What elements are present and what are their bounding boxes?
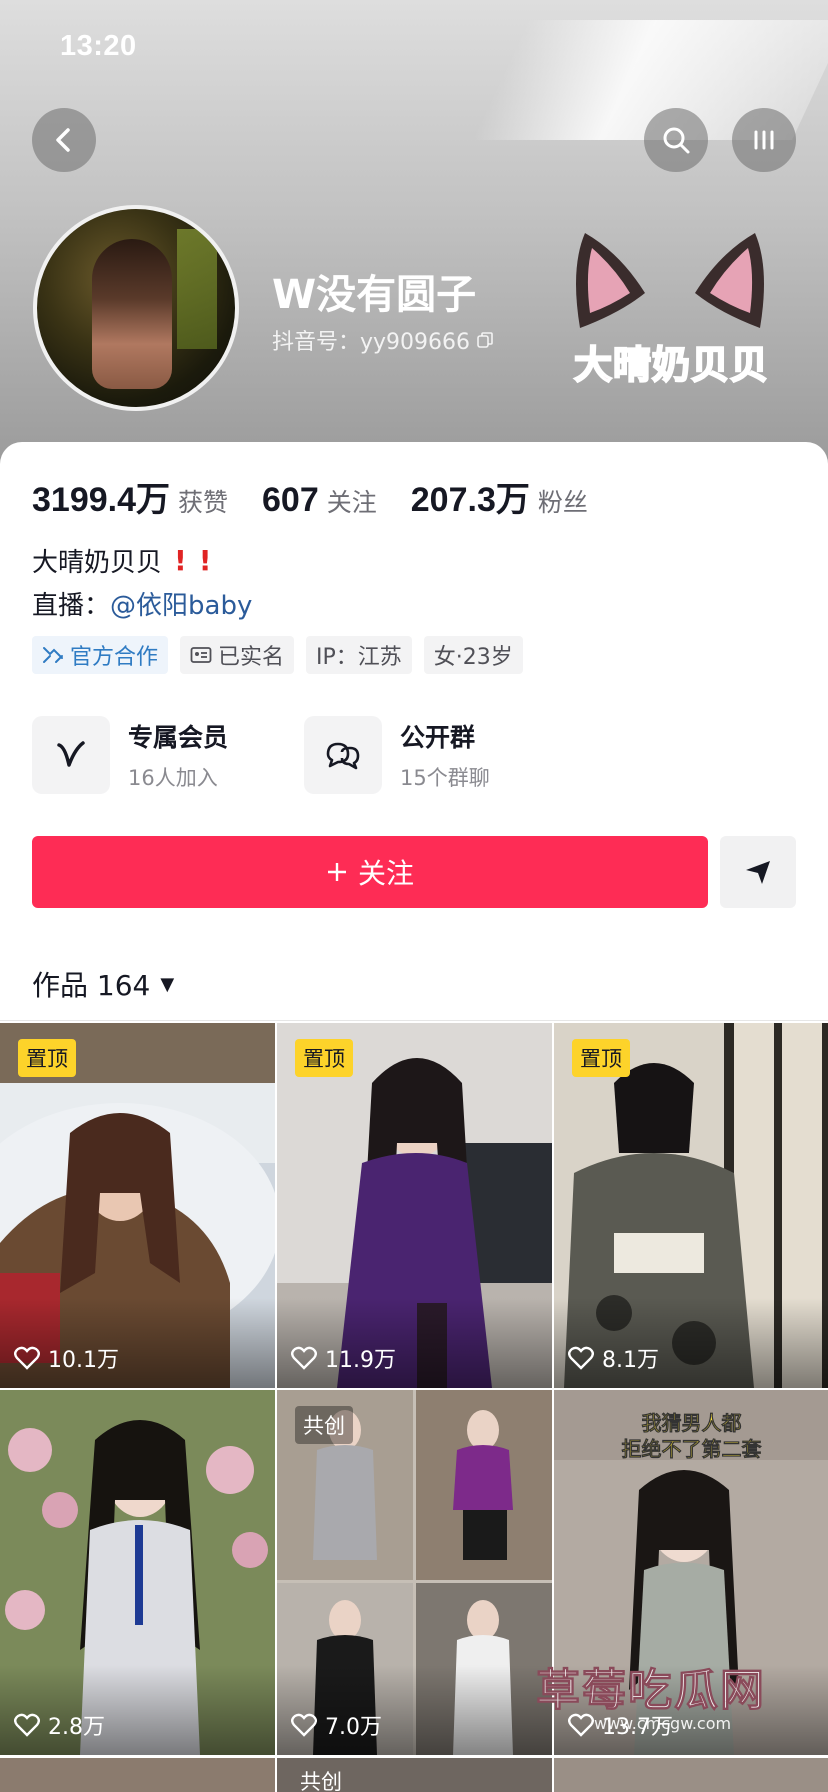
avatar-figure xyxy=(92,239,172,389)
more-icon xyxy=(754,130,774,150)
stats-row: 3199.4万 获赞 607 关注 207.3万 粉丝 xyxy=(32,472,622,521)
douyin-id[interactable]: 抖音号：yy909666 xyxy=(272,324,494,356)
heart-icon xyxy=(14,1346,40,1370)
plus-icon xyxy=(327,863,346,881)
tile-likes: 7.0万 xyxy=(291,1709,382,1741)
vip-v-icon xyxy=(57,741,85,767)
search-icon xyxy=(663,127,690,154)
feature-members-icon-box xyxy=(32,716,110,794)
video-tile[interactable]: 置顶 11.9万 xyxy=(277,1023,552,1388)
avatar[interactable] xyxy=(33,205,239,411)
tile-likes: 11.9万 xyxy=(291,1342,396,1374)
tile-likes-count: 7.0万 xyxy=(325,1715,382,1740)
douyin-id-text: 抖音号：yy909666 xyxy=(272,330,471,355)
tag-official[interactable]: 官方合作 xyxy=(32,636,169,674)
feature-members-title: 专属会员 xyxy=(128,723,229,752)
stat-following[interactable]: 607 关注 xyxy=(262,481,377,520)
tile-likes-count: 10.1万 xyxy=(48,1348,119,1373)
live-link[interactable]: @依阳baby xyxy=(110,591,252,621)
tag-verified-label: 已实名 xyxy=(218,645,285,670)
stat-following-label: 关注 xyxy=(326,488,377,517)
video-tile[interactable]: 置顶 8.1万 xyxy=(554,1023,828,1388)
heart-icon xyxy=(568,1346,594,1370)
follow-button[interactable]: 关注 xyxy=(32,836,708,908)
collab-badge: 共创 xyxy=(295,1406,353,1444)
tile-likes: 8.1万 xyxy=(568,1342,659,1374)
caret-down-icon: ▼ xyxy=(160,973,175,995)
feature-groups-icon-box xyxy=(304,716,382,794)
pinned-badge: 置顶 xyxy=(572,1039,630,1077)
group-chat-icon xyxy=(326,742,360,770)
exclamation-icon: ! xyxy=(198,544,212,577)
video-tile[interactable]: 置顶 10.1万 xyxy=(0,1023,275,1388)
heart-icon xyxy=(291,1713,317,1737)
heart-icon xyxy=(291,1346,317,1370)
exclamation-icon: ! xyxy=(174,544,187,577)
stat-likes-value: 3199.4万 xyxy=(32,481,170,519)
tag-row: 官方合作 已实名 IP：江苏 女·23岁 xyxy=(32,636,523,674)
avatar-window xyxy=(177,229,217,349)
profile-name: W没有圆子 xyxy=(272,272,477,318)
stat-followers-label: 粉丝 xyxy=(537,488,588,517)
collab-badge: 共创 xyxy=(300,1770,342,1792)
official-cooperation-icon xyxy=(43,647,63,663)
stat-followers[interactable]: 207.3万 粉丝 xyxy=(411,472,588,521)
tag-gender-age-label: 女·23岁 xyxy=(433,645,513,670)
tag-gender-age: 女·23岁 xyxy=(423,636,523,674)
tag-verified[interactable]: 已实名 xyxy=(180,636,295,674)
share-button[interactable] xyxy=(720,836,796,908)
search-button[interactable] xyxy=(644,108,708,172)
stat-likes-label: 获赞 xyxy=(178,488,229,517)
tag-official-label: 官方合作 xyxy=(70,645,159,670)
divider xyxy=(0,1020,828,1021)
tile-likes-count: 11.9万 xyxy=(325,1348,396,1373)
status-time: 13:20 xyxy=(60,30,137,62)
bio-text: 大晴奶贝贝 xyxy=(32,548,163,578)
heart-icon xyxy=(14,1713,40,1737)
video-tile-partial[interactable] xyxy=(0,1758,275,1792)
feature-groups-title: 公开群 xyxy=(400,723,476,752)
watermark-text: 草莓吃瓜网 xyxy=(536,1665,766,1717)
feature-groups[interactable]: 公开群 15个群聊 xyxy=(304,716,490,794)
tile-likes: 10.1万 xyxy=(14,1342,119,1374)
sticker-text: 大晴奶贝贝 xyxy=(573,342,770,388)
video-tile-partial[interactable] xyxy=(554,1758,828,1792)
more-button[interactable] xyxy=(732,108,796,172)
follow-button-label: 关注 xyxy=(357,857,414,890)
back-button[interactable] xyxy=(32,108,96,172)
watermark-url: www.cmcgw.com xyxy=(594,1714,732,1733)
pinned-badge: 置顶 xyxy=(18,1039,76,1077)
video-tile[interactable]: 2.8万 xyxy=(0,1390,275,1755)
live-prefix: 直播： xyxy=(32,591,111,621)
pinned-badge: 置顶 xyxy=(295,1039,353,1077)
send-icon xyxy=(746,861,770,884)
chevron-left-icon xyxy=(56,128,70,152)
tag-ip-label: IP：江苏 xyxy=(316,645,402,670)
feature-groups-text: 公开群 15个群聊 xyxy=(400,718,490,792)
works-tab[interactable]: 作品 164 ▼ xyxy=(32,964,174,1004)
tile-likes-count: 8.1万 xyxy=(602,1348,659,1373)
feature-members-text: 专属会员 16人加入 xyxy=(128,718,228,792)
stat-likes[interactable]: 3199.4万 获赞 xyxy=(32,472,228,521)
tag-ip: IP：江苏 xyxy=(306,636,412,674)
tile-likes: 2.8万 xyxy=(14,1709,105,1741)
stat-following-value: 607 xyxy=(262,481,319,519)
copy-icon[interactable] xyxy=(476,331,494,349)
works-label: 作品 164 xyxy=(32,969,151,1002)
stat-followers-value: 207.3万 xyxy=(410,481,530,519)
bio-line: 大晴奶贝贝 ! ! xyxy=(32,542,212,579)
tile-caption-text: 我猜男人都 拒绝不了第二套 xyxy=(621,1411,762,1462)
tile-caption: 我猜男人都 拒绝不了第二套 xyxy=(554,1410,828,1462)
video-tile[interactable]: 共创 7.0万 xyxy=(277,1390,552,1755)
feature-members[interactable]: 专属会员 16人加入 xyxy=(32,716,228,794)
feature-members-subtitle: 16人加入 xyxy=(128,766,218,790)
cat-ears-sticker xyxy=(576,233,764,328)
feature-groups-subtitle: 15个群聊 xyxy=(400,766,490,790)
tile-likes-count: 2.8万 xyxy=(48,1715,105,1740)
id-card-icon xyxy=(190,647,212,663)
live-line: 直播：@依阳baby xyxy=(32,585,252,622)
